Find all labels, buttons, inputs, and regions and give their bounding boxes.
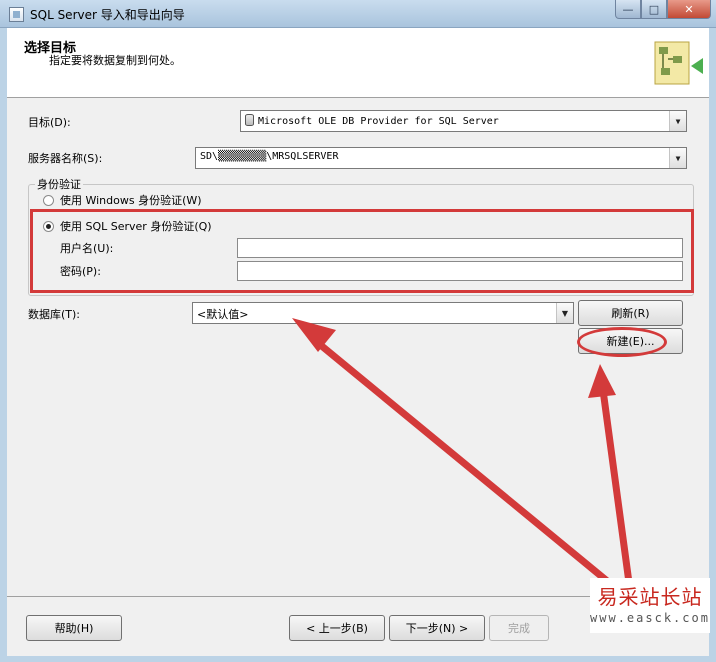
server-name-select[interactable]: SD\▒▒▒▒▒▒▒▒\MRSQLSERVER ▼ <box>195 147 687 169</box>
chevron-down-icon[interactable]: ▼ <box>669 111 686 131</box>
server-label: 服务器名称(S): <box>28 152 103 165</box>
destination-value: Microsoft OLE DB Provider for SQL Server <box>258 116 499 127</box>
database-label: 数据库(T): <box>28 308 81 321</box>
watermark-text: 易采站长站 <box>597 585 703 609</box>
maximize-button[interactable]: □ <box>641 0 667 19</box>
page-subtitle: 指定要将数据复制到何处。 <box>49 54 181 67</box>
help-button[interactable]: 帮助(H) <box>26 615 122 641</box>
close-button[interactable]: ✕ <box>667 0 711 19</box>
database-icon <box>245 114 254 126</box>
app-icon <box>9 7 24 22</box>
finish-button: 完成 <box>489 615 549 641</box>
windows-auth-radio[interactable] <box>43 195 54 206</box>
database-value: <默认值> <box>197 308 249 321</box>
refresh-button[interactable]: 刷新(R) <box>578 300 683 326</box>
auth-highlight-box <box>30 209 694 293</box>
destination-select[interactable]: Microsoft OLE DB Provider for SQL Server… <box>240 110 687 132</box>
windows-auth-label: 使用 Windows 身份验证(W) <box>60 194 202 207</box>
minimize-button[interactable]: — <box>615 0 641 19</box>
destination-label: 目标(D): <box>28 116 71 129</box>
chevron-down-icon[interactable]: ▼ <box>669 148 686 168</box>
watermark: 易采站长站 www.easck.com <box>590 578 710 633</box>
wizard-body: 选择目标 指定要将数据复制到何处。 目标(D): Microsoft OLE D… <box>7 28 709 656</box>
server-value: SD\▒▒▒▒▒▒▒▒\MRSQLSERVER <box>200 151 339 162</box>
database-select[interactable]: <默认值> ▼ <box>192 302 574 324</box>
window-controls: — □ ✕ <box>615 0 711 19</box>
new-button-highlight <box>577 327 667 357</box>
window-title: SQL Server 导入和导出向导 <box>30 8 185 22</box>
back-button[interactable]: < 上一步(B) <box>289 615 385 641</box>
next-button[interactable]: 下一步(N) > <box>389 615 485 641</box>
title-bar: SQL Server 导入和导出向导 — □ ✕ <box>0 0 716 28</box>
watermark-url: www.easck.com <box>590 611 710 625</box>
auth-group-label: 身份验证 <box>35 176 83 192</box>
wizard-destination-icon <box>654 41 703 85</box>
wizard-header: 选择目标 指定要将数据复制到何处。 <box>7 28 709 98</box>
chevron-down-icon[interactable]: ▼ <box>556 303 573 323</box>
